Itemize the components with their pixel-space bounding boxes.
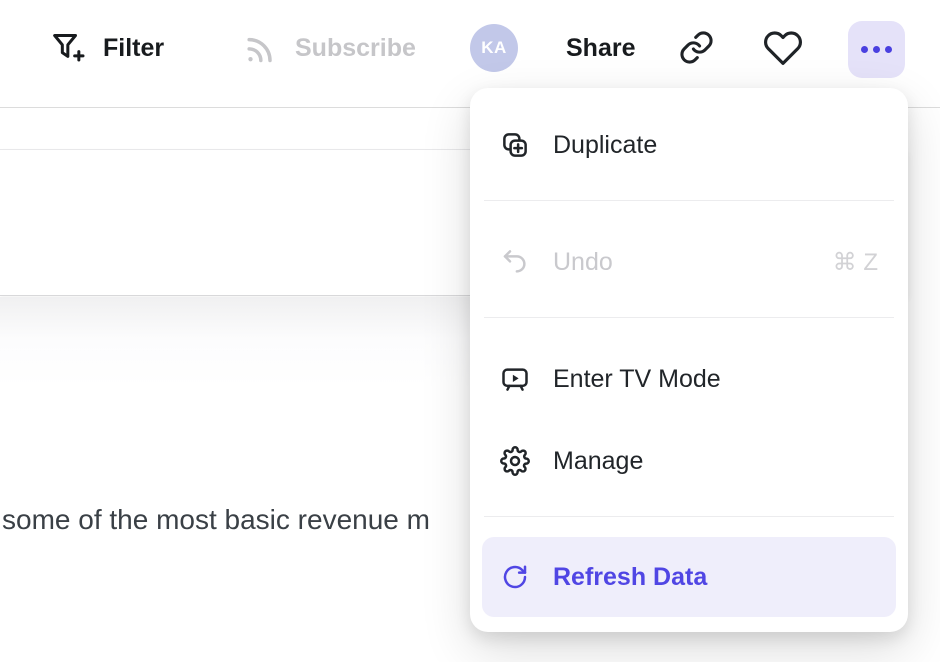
filter-label: Filter: [103, 34, 164, 63]
rss-icon: [240, 28, 280, 68]
avatar-initials: KA: [481, 38, 507, 58]
ellipsis-icon: [861, 46, 892, 53]
menu-divider: [484, 200, 894, 201]
link-icon: [678, 54, 715, 69]
menu-item-label: Enter TV Mode: [553, 365, 721, 394]
undo-icon: [500, 247, 530, 277]
menu-item-duplicate[interactable]: Duplicate: [482, 104, 896, 186]
context-menu: Duplicate Undo ⌘ Z Enter TV Mode: [470, 88, 908, 632]
filter-plus-icon: [48, 28, 88, 68]
favorite-button[interactable]: [763, 28, 803, 71]
menu-item-manage[interactable]: Manage: [482, 420, 896, 502]
share-button[interactable]: Share: [566, 26, 635, 70]
menu-item-shortcut: ⌘ Z: [833, 248, 878, 277]
duplicate-icon: [500, 130, 530, 160]
subscribe-label: Subscribe: [295, 34, 416, 63]
tv-mode-icon: [500, 364, 530, 394]
menu-divider: [484, 516, 894, 517]
menu-item-label: Manage: [553, 447, 643, 476]
menu-item-enter-tv-mode[interactable]: Enter TV Mode: [482, 338, 896, 420]
menu-item-refresh-data[interactable]: Refresh Data: [482, 537, 896, 617]
menu-item-label: Refresh Data: [553, 563, 707, 592]
share-label: Share: [566, 34, 635, 63]
menu-item-label: Undo: [553, 248, 613, 277]
menu-item-label: Duplicate: [553, 131, 657, 160]
avatar[interactable]: KA: [470, 24, 518, 72]
menu-item-undo[interactable]: Undo ⌘ Z: [482, 221, 896, 303]
copy-link-button[interactable]: [678, 29, 715, 69]
refresh-icon: [500, 562, 530, 592]
filter-button[interactable]: Filter: [48, 26, 164, 70]
menu-divider: [484, 317, 894, 318]
more-options-button[interactable]: [848, 21, 905, 78]
heart-icon: [763, 56, 803, 71]
subscribe-button[interactable]: Subscribe: [240, 26, 416, 70]
gear-icon: [500, 446, 530, 476]
